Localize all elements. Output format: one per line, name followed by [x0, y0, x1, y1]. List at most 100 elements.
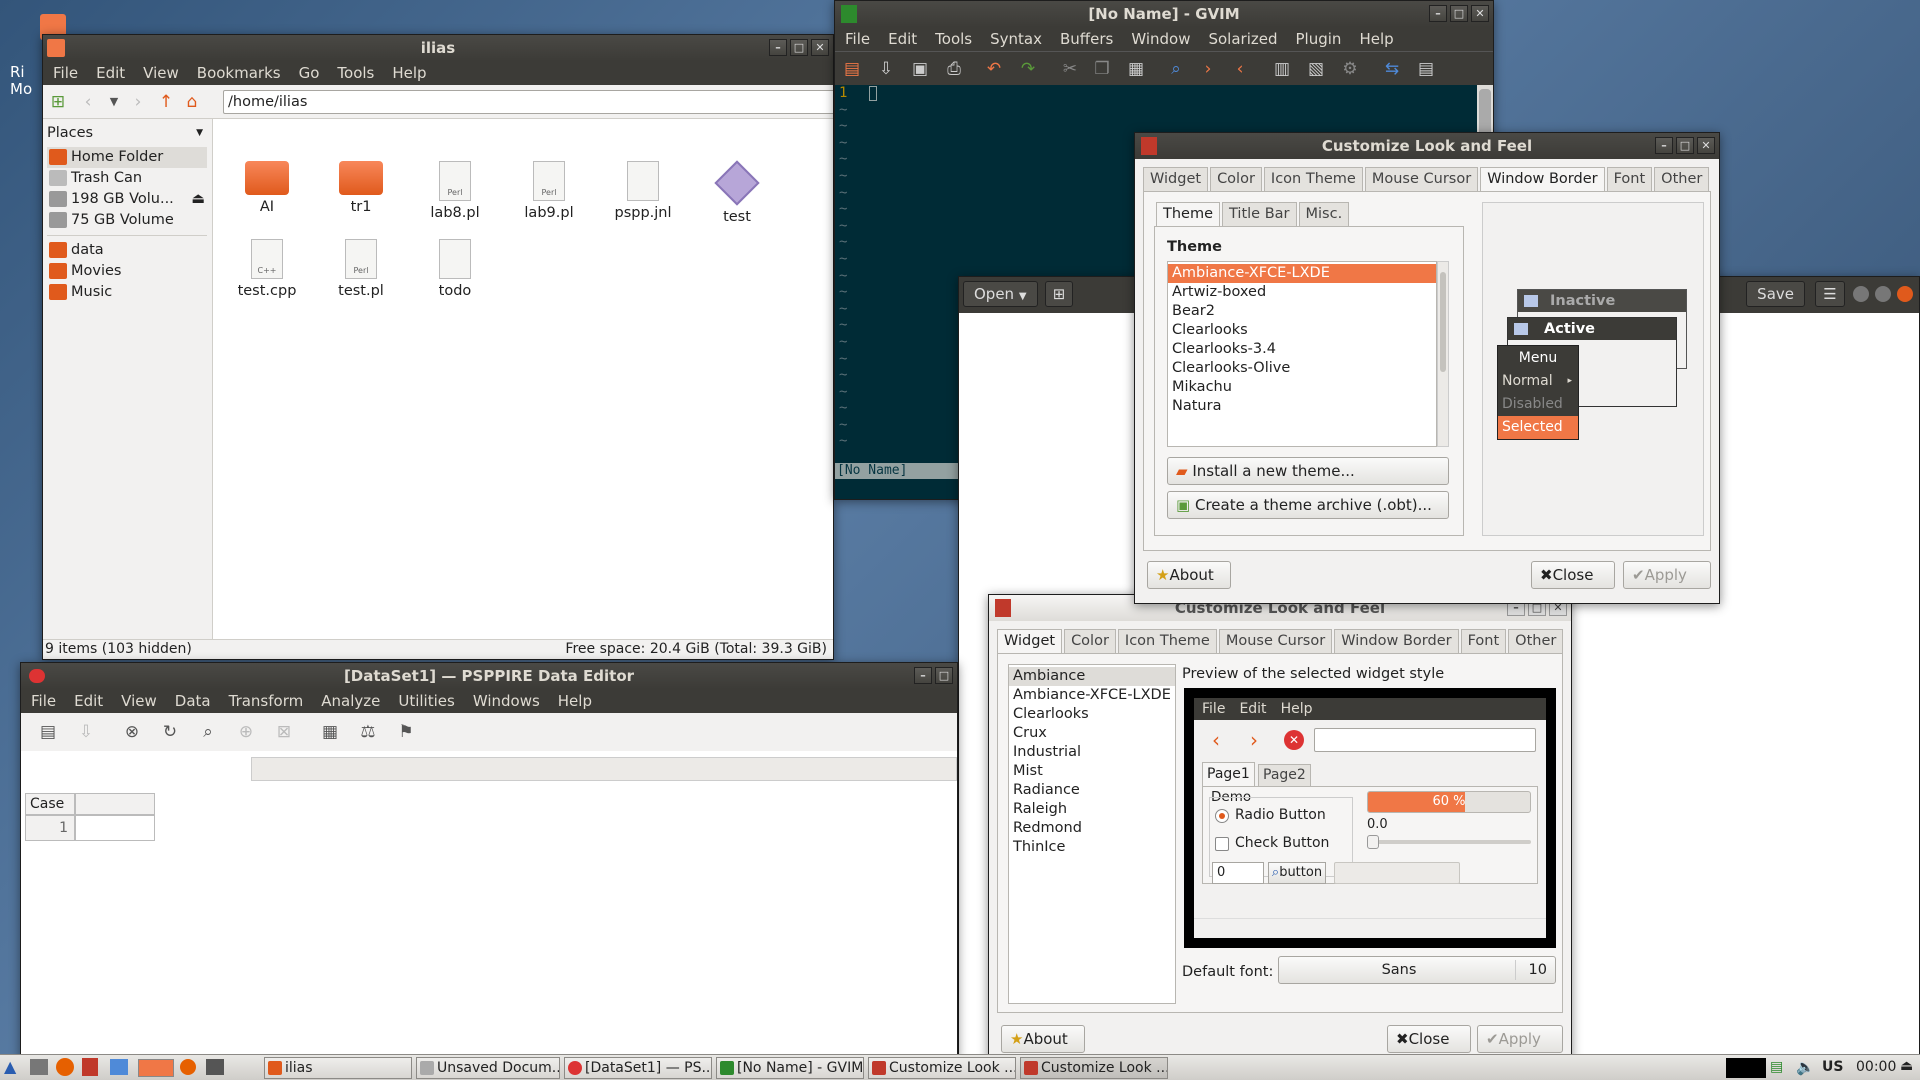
sidebar-item-trash[interactable]: Trash Can: [47, 168, 207, 189]
menu-item[interactable]: Analyze: [321, 689, 380, 713]
list-item[interactable]: Crux: [1009, 724, 1175, 743]
menu-item[interactable]: Edit: [74, 689, 103, 713]
menu-item[interactable]: Help: [1359, 27, 1393, 51]
open-file-icon[interactable]: ▤: [841, 58, 863, 80]
sidebar-item-home[interactable]: Home Folder: [47, 147, 207, 168]
menu-item[interactable]: File: [53, 61, 78, 85]
close-button[interactable]: ✕: [1697, 137, 1715, 154]
clock[interactable]: 00:00: [1856, 1059, 1896, 1075]
find-prev-icon[interactable]: ‹: [1229, 58, 1251, 80]
menu-item[interactable]: Windows: [473, 689, 540, 713]
insert-case-icon[interactable]: ⊕: [235, 721, 257, 743]
menu-item[interactable]: Tools: [337, 61, 374, 85]
about-button[interactable]: ★About: [1147, 561, 1231, 589]
file-item[interactable]: tr1: [321, 161, 401, 215]
preview-back-icon[interactable]: ‹: [1212, 728, 1220, 752]
weight-cases-icon[interactable]: ⚖: [357, 721, 379, 743]
history-dropdown-icon[interactable]: ▼: [103, 91, 125, 113]
path-field[interactable]: /home/ilias: [223, 90, 833, 114]
value-labels-icon[interactable]: ⚑: [395, 721, 417, 743]
list-item[interactable]: Radiance: [1009, 781, 1175, 800]
minimize-button[interactable]: –: [1429, 5, 1447, 22]
maximize-button[interactable]: □: [790, 39, 808, 56]
list-item[interactable]: Clearlooks: [1168, 321, 1436, 340]
file-manager-launcher-icon[interactable]: [30, 1059, 48, 1075]
tab[interactable]: Other: [1508, 629, 1564, 653]
preview-tab-page1[interactable]: Page1: [1202, 762, 1255, 786]
close-dialog-button[interactable]: ✖Close: [1531, 561, 1615, 589]
tab[interactable]: Font: [1460, 629, 1507, 653]
radio-button[interactable]: [1215, 809, 1229, 823]
cell-reference-bar[interactable]: [251, 757, 957, 781]
check-button[interactable]: [1215, 837, 1229, 851]
minimize-icon[interactable]: [1853, 286, 1869, 302]
cut-icon[interactable]: ✂: [1059, 58, 1081, 80]
file-item[interactable]: Perl test.pl: [321, 239, 401, 299]
eject-icon[interactable]: ⏏: [191, 189, 205, 210]
menu-item[interactable]: Utilities: [398, 689, 454, 713]
preview-text-entry[interactable]: [1314, 728, 1536, 752]
save-icon[interactable]: ⇩: [875, 58, 897, 80]
scrollbar-thumb[interactable]: [1440, 272, 1446, 372]
pspp-titlebar[interactable]: [DataSet1] — PSPPIRE Data Editor – □: [21, 663, 957, 689]
menu-item[interactable]: Transform: [229, 689, 304, 713]
tab[interactable]: Misc.: [1298, 202, 1350, 226]
list-item[interactable]: Ambiance-XFCE-LXDE: [1168, 264, 1436, 283]
menu-item[interactable]: Edit: [96, 61, 125, 85]
copy-icon[interactable]: ❐: [1091, 58, 1113, 80]
tab[interactable]: Other: [1654, 167, 1710, 191]
start-menu-icon[interactable]: ▲: [4, 1058, 22, 1076]
create-archive-button[interactable]: ▣ Create a theme archive (.obt)...: [1167, 491, 1449, 519]
split-window-icon[interactable]: ▦: [319, 721, 341, 743]
tab[interactable]: Widget: [1143, 167, 1209, 191]
tab[interactable]: Color: [1210, 167, 1262, 191]
home-icon[interactable]: ⌂: [181, 91, 203, 113]
menu-item[interactable]: Solarized: [1208, 27, 1277, 51]
back-icon[interactable]: ‹: [77, 91, 99, 113]
goto-case-icon[interactable]: ⊗: [121, 721, 143, 743]
maximize-icon[interactable]: [1875, 286, 1891, 302]
run-script-icon[interactable]: ⚙: [1339, 58, 1361, 80]
menu-item[interactable]: Data: [175, 689, 211, 713]
file-item[interactable]: todo: [415, 239, 495, 299]
find-next-icon[interactable]: ›: [1197, 58, 1219, 80]
minimize-button[interactable]: –: [769, 39, 787, 56]
file-item[interactable]: AI: [227, 161, 307, 215]
save-session-icon[interactable]: ▧: [1305, 58, 1327, 80]
data-cell[interactable]: [75, 815, 155, 841]
menu-item[interactable]: File: [845, 27, 870, 51]
tab[interactable]: Theme: [1156, 202, 1221, 227]
menu-item[interactable]: Edit: [888, 27, 917, 51]
tab[interactable]: Icon Theme: [1117, 629, 1217, 653]
save-all-icon[interactable]: ▣: [909, 58, 931, 80]
list-item[interactable]: Redmond: [1009, 819, 1175, 838]
preview-combo[interactable]: [1334, 862, 1460, 884]
file-manager-titlebar[interactable]: ilias – □ ✕: [43, 35, 833, 61]
hamburger-menu-button[interactable]: ☰: [1815, 281, 1845, 307]
menu-item[interactable]: Buffers: [1060, 27, 1113, 51]
variable-column-header[interactable]: [75, 793, 155, 815]
save-icon[interactable]: ⇩: [75, 721, 97, 743]
menu-item[interactable]: Syntax: [990, 27, 1042, 51]
menu-item[interactable]: Window: [1131, 27, 1190, 51]
new-document-button[interactable]: ⊞: [1045, 281, 1073, 307]
list-item[interactable]: Clearlooks-3.4: [1168, 340, 1436, 359]
taskbar-item-pspp[interactable]: [DataSet1] — PS...: [564, 1057, 712, 1079]
sidebar-item-movies[interactable]: Movies: [47, 261, 207, 282]
insert-variable-icon[interactable]: ⊠: [273, 721, 295, 743]
widget-theme-list[interactable]: Ambiance Ambiance-XFCE-LXDE Clearlooks Crux…: [1008, 664, 1176, 1004]
close-icon[interactable]: [1897, 286, 1913, 302]
tab[interactable]: Window Border: [1334, 629, 1459, 653]
goto-variable-icon[interactable]: ↻: [159, 721, 181, 743]
taskbar-item-customize-2[interactable]: Customize Look ...: [1020, 1057, 1168, 1079]
list-item[interactable]: Bear2: [1168, 302, 1436, 321]
customize-border-titlebar[interactable]: Customize Look and Feel – □ ✕: [1135, 133, 1719, 159]
volume-icon[interactable]: 🔈: [1796, 1058, 1815, 1076]
menu-item[interactable]: Bookmarks: [197, 61, 281, 85]
menu-item[interactable]: Help: [392, 61, 426, 85]
tab[interactable]: Title Bar: [1222, 202, 1297, 226]
list-item[interactable]: Industrial: [1009, 743, 1175, 762]
new-tab-icon[interactable]: ⊞: [47, 91, 69, 113]
menu-item[interactable]: Go: [299, 61, 320, 85]
tab[interactable]: Widget: [997, 629, 1063, 654]
